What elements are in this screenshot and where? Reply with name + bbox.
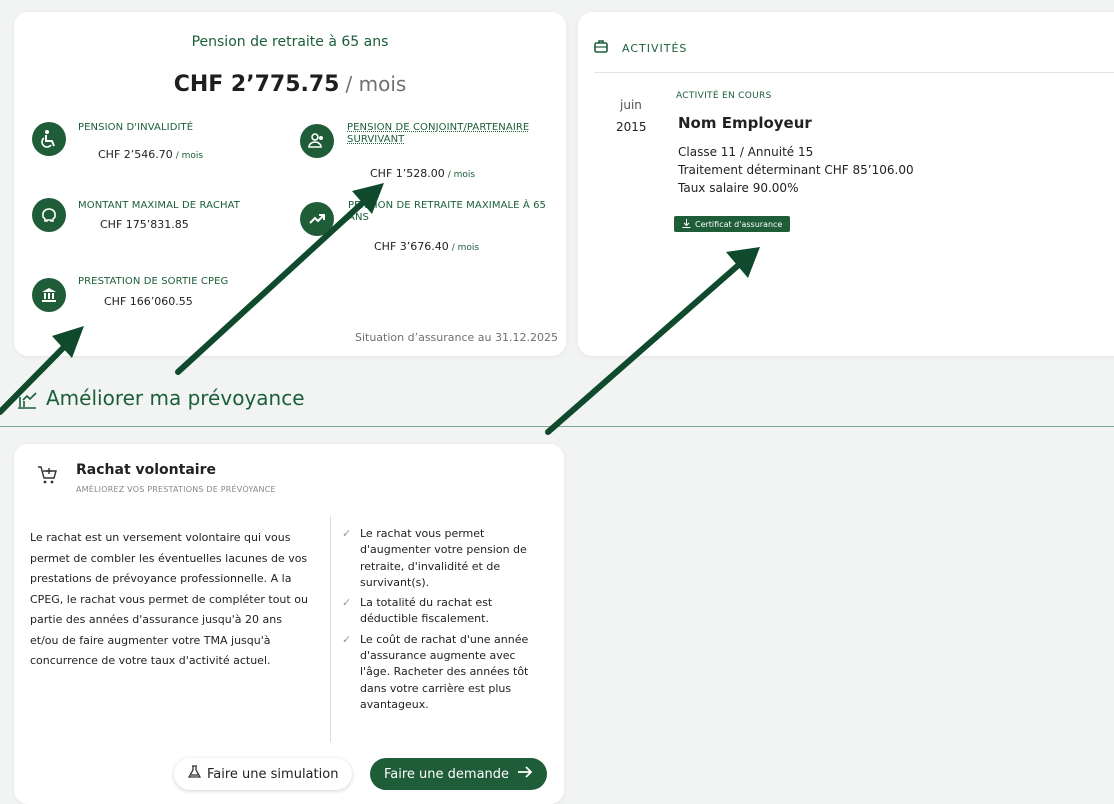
activity-month: juin — [620, 98, 642, 112]
column-divider — [330, 516, 331, 742]
pension-amount: CHF 2’775.75/ mois — [14, 72, 566, 97]
survivor-pension-link[interactable]: PENSION DE CONJOINT/PARTENAIRE SURVIVANT — [347, 122, 552, 146]
situation-date: Situation d’assurance au 31.12.2025 — [354, 331, 558, 344]
pension-amount-value: CHF 2’775.75 — [173, 72, 340, 97]
arrow-right-icon — [517, 766, 533, 782]
activities-title: ACTIVITÉS — [622, 41, 688, 55]
activity-salary: Traitement déterminant CHF 85’106.00 — [678, 163, 914, 177]
max-pension-amount: CHF 3’676.40 — [374, 240, 449, 253]
max-pension-value: CHF 3’676.40/ mois — [374, 240, 479, 253]
rachat-description: Le rachat est un versement volontaire qu… — [30, 531, 308, 667]
pension-title: Pension de retraite à 65 ans — [191, 34, 389, 50]
check-icon: ✓ — [342, 527, 352, 540]
activity-year: 2015 — [616, 120, 647, 134]
request-label: Faire une demande — [384, 766, 510, 782]
benefit-text: Le coût de rachat d'une année d'assuranc… — [360, 632, 529, 711]
piggy-bank-icon — [32, 198, 66, 232]
download-icon — [682, 218, 691, 230]
pension-amount-unit: / mois — [345, 72, 407, 96]
flask-icon — [187, 765, 202, 783]
rachat-subtitle: AMÉLIOREZ VOS PRESTATIONS DE PRÉVOYANCE — [76, 485, 276, 494]
invalidity-label: PENSION D'INVALIDITÉ — [78, 122, 194, 133]
employer-name: Nom Employeur — [678, 114, 812, 132]
bank-icon — [32, 278, 66, 312]
rachat-card: Rachat volontaire AMÉLIOREZ VOS PRESTATI… — [14, 444, 564, 804]
survivor-unit: / mois — [447, 170, 476, 180]
simulate-label: Faire une simulation — [207, 766, 339, 782]
max-pension-unit: / mois — [451, 243, 480, 253]
certificate-label: Certificat d'assurance — [695, 219, 783, 229]
max-pension-label: PENSION DE RETRAITE MAXIMALE À 65 ANS — [348, 200, 547, 223]
simulate-button[interactable]: Faire une simulation — [174, 758, 353, 790]
request-button[interactable]: Faire une demande — [370, 758, 548, 790]
exit-benefit-label: PRESTATION DE SORTIE CPEG — [78, 276, 229, 287]
chart-growth-icon — [16, 390, 38, 414]
divider — [594, 72, 1114, 73]
trend-up-icon — [300, 202, 334, 236]
cart-add-icon — [36, 464, 58, 490]
check-icon: ✓ — [342, 596, 352, 610]
max-buyback-label: MONTANT MAXIMAL DE RACHAT — [78, 200, 240, 211]
people-icon — [300, 124, 334, 158]
section-divider — [0, 426, 1114, 427]
improve-title: Améliorer ma prévoyance — [46, 386, 305, 410]
briefcase-icon — [594, 40, 608, 56]
invalidity-value: CHF 2’546.70/ mois — [98, 148, 203, 161]
check-icon: ✓ — [342, 632, 352, 646]
activity-rate: Taux salaire 90.00% — [678, 181, 799, 195]
exit-benefit-value: CHF 166’060.55 — [104, 295, 193, 308]
certificate-button[interactable]: Certificat d'assurance — [674, 216, 791, 232]
survivor-value: CHF 1’528.00/ mois — [370, 167, 475, 180]
invalidity-unit: / mois — [175, 151, 204, 161]
benefit-item: ✓ Le coût de rachat d'une année d'assuran… — [342, 632, 542, 713]
pension-card: Pension de retraite à 65 ans CHF 2’775.7… — [14, 12, 566, 356]
activities-card: ACTIVITÉS juin 2015 ACTIVITÉ EN COURS No… — [578, 12, 1114, 356]
invalidity-amount: CHF 2’546.70 — [98, 148, 173, 161]
benefit-item: ✓ La totalité du rachat est déductible fi… — [342, 595, 542, 628]
wheelchair-icon — [32, 122, 66, 156]
benefits-list: ✓ Le rachat vous permet d'augmenter votre… — [342, 526, 542, 717]
rachat-title: Rachat volontaire — [76, 462, 216, 478]
activities-header: ACTIVITÉS — [594, 40, 687, 56]
activity-class: Classe 11 / Annuité 15 — [678, 145, 814, 159]
activity-status: ACTIVITÉ EN COURS — [676, 91, 772, 101]
benefit-item: ✓ Le rachat vous permet d'augmenter votre… — [342, 526, 542, 591]
max-buyback-value: CHF 175’831.85 — [100, 218, 189, 231]
survivor-amount: CHF 1’528.00 — [370, 167, 445, 180]
benefit-text: Le rachat vous permet d'augmenter votre … — [360, 527, 527, 589]
benefit-text: La totalité du rachat est déductible fis… — [360, 596, 493, 626]
